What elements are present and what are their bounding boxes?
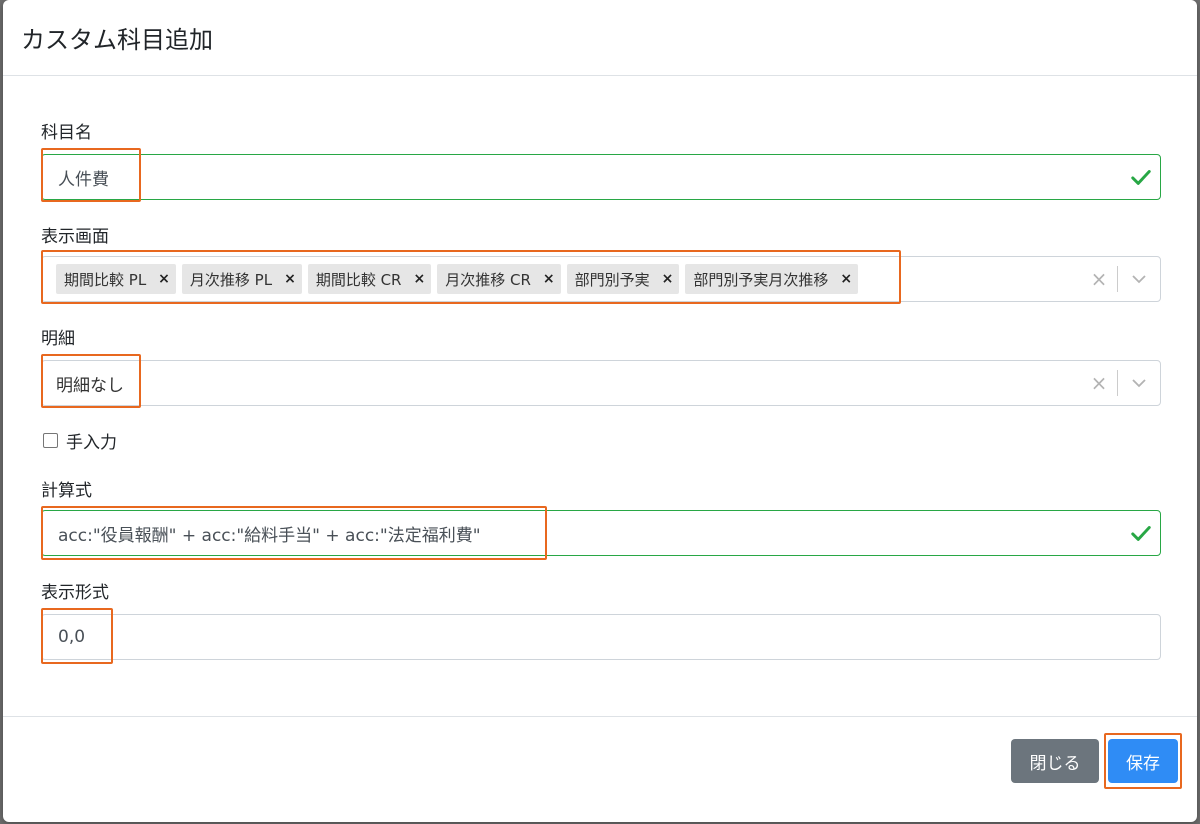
tag-remove-icon[interactable]: ×	[158, 271, 170, 287]
save-button[interactable]: 保存	[1108, 739, 1178, 783]
formula-input[interactable]: acc:"役員報酬" + acc:"給料手当" + acc:"法定福利費"	[41, 510, 1161, 556]
tag-dept-budget-actual-monthly: 部門別予実月次推移 ×	[685, 264, 859, 294]
tag-remove-icon[interactable]: ×	[284, 271, 296, 287]
modal-body: 科目名 人件費 表示画面 期間比較 PL × 月次推移 PL × 期間比較 CR	[3, 76, 1197, 716]
detail-value: 明細なし	[56, 375, 124, 396]
tag-period-compare-pl: 期間比較 PL ×	[56, 264, 176, 294]
manual-input-row: 手入力	[43, 428, 117, 453]
tag-monthly-trend-pl: 月次推移 PL ×	[181, 264, 302, 294]
chevron-down-icon[interactable]	[1118, 271, 1160, 287]
display-format-label: 表示形式	[41, 583, 109, 603]
formula-value: acc:"役員報酬" + acc:"給料手当" + acc:"法定福利費"	[58, 525, 481, 546]
select-controls: ×	[1081, 257, 1160, 301]
display-screens-tags: 期間比較 PL × 月次推移 PL × 期間比較 CR × 月次推移 CR × …	[42, 264, 1081, 294]
tag-dept-budget-actual: 部門別予実 ×	[566, 264, 680, 294]
account-name-input[interactable]: 人件費	[41, 154, 1161, 200]
tag-remove-icon[interactable]: ×	[662, 271, 674, 287]
select-controls: ×	[1081, 361, 1160, 405]
clear-icon[interactable]: ×	[1081, 371, 1117, 395]
modal-footer: 閉じる 保存	[3, 716, 1197, 822]
display-screens-select[interactable]: 期間比較 PL × 月次推移 PL × 期間比較 CR × 月次推移 CR × …	[41, 256, 1161, 302]
close-button[interactable]: 閉じる	[1011, 739, 1099, 783]
display-format-input[interactable]: 0,0	[41, 614, 1161, 660]
formula-label: 計算式	[41, 481, 92, 501]
clear-icon[interactable]: ×	[1081, 267, 1117, 291]
manual-input-checkbox[interactable]	[43, 433, 58, 448]
tag-remove-icon[interactable]: ×	[543, 271, 555, 287]
valid-check-icon	[1131, 526, 1151, 541]
tag-remove-icon[interactable]: ×	[413, 271, 425, 287]
display-format-value: 0,0	[58, 627, 86, 647]
detail-select[interactable]: 明細なし ×	[41, 360, 1161, 406]
custom-account-dialog: カスタム科目追加 科目名 人件費 表示画面 期間比較 PL × 月次推移 PL …	[3, 0, 1197, 822]
tag-monthly-trend-cr: 月次推移 CR ×	[437, 264, 561, 294]
tag-remove-icon[interactable]: ×	[840, 271, 852, 287]
modal-title: カスタム科目追加	[21, 26, 213, 54]
manual-input-label: 手入力	[66, 433, 117, 453]
valid-check-icon	[1131, 170, 1151, 185]
account-name-label: 科目名	[41, 123, 92, 143]
chevron-down-icon[interactable]	[1118, 375, 1160, 391]
display-screens-label: 表示画面	[41, 227, 109, 247]
modal-header: カスタム科目追加	[3, 0, 1197, 76]
detail-label: 明細	[41, 329, 75, 349]
tag-period-compare-cr: 期間比較 CR ×	[307, 264, 432, 294]
account-name-value: 人件費	[58, 169, 109, 190]
